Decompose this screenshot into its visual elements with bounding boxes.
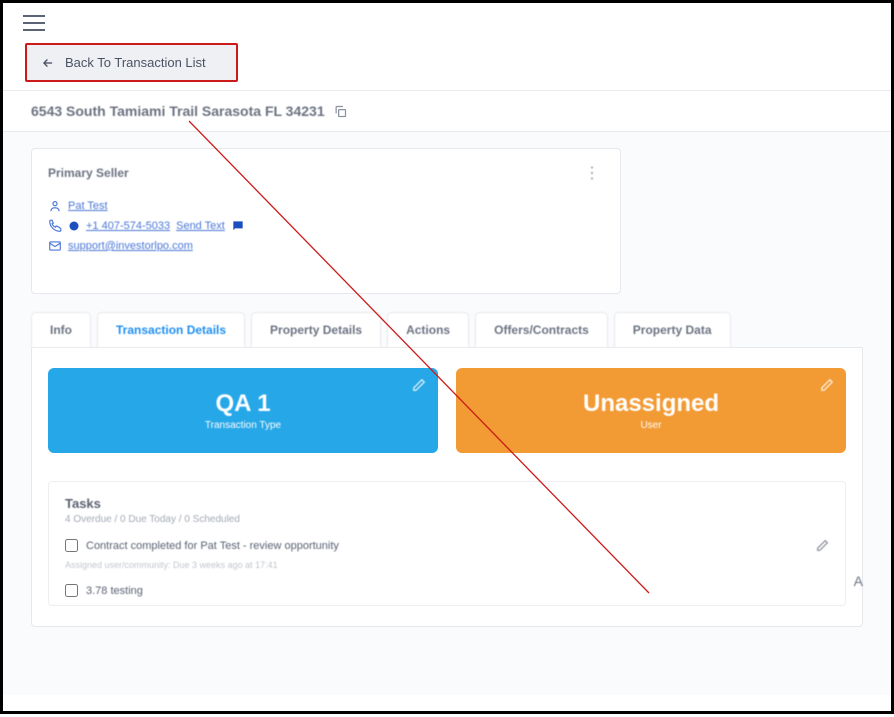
address-text: 6543 South Tamiami Trail Sarasota FL 342… — [31, 103, 325, 119]
tab-actions[interactable]: Actions — [387, 312, 469, 347]
task-text: 3.78 testing — [86, 585, 143, 597]
tab-transaction-details[interactable]: Transaction Details — [97, 312, 245, 347]
tasks-box: Tasks 4 Overdue / 0 Due Today / 0 Schedu… — [48, 481, 846, 606]
arrow-left-icon — [41, 56, 55, 70]
pencil-icon[interactable] — [816, 539, 829, 552]
task-item: Contract completed for Pat Test - review… — [65, 539, 829, 558]
tab-property-data[interactable]: Property Data — [614, 312, 731, 347]
person-icon — [48, 199, 62, 213]
tabs-row: Info Transaction Details Property Detail… — [31, 312, 863, 347]
tab-offers-contracts[interactable]: Offers/Contracts — [475, 312, 608, 347]
assigned-user-subtitle: User — [474, 420, 828, 431]
seller-email-link[interactable]: support@investorlpo.com — [68, 240, 193, 252]
transaction-type-subtitle: Transaction Type — [66, 420, 420, 431]
task-checkbox[interactable] — [65, 584, 78, 597]
task-text: Contract completed for Pat Test - review… — [86, 540, 339, 552]
chat-icon — [231, 219, 245, 233]
back-button-label: Back To Transaction List — [65, 55, 206, 70]
tab-info[interactable]: Info — [31, 312, 91, 347]
details-panel: QA 1 Transaction Type Unassigned User Ta… — [31, 347, 863, 627]
phone-icon — [48, 219, 62, 233]
assigned-user-title: Unassigned — [474, 390, 828, 418]
copy-icon[interactable] — [333, 104, 348, 119]
task-subtext: Assigned user/community: Due 3 weeks ago… — [65, 560, 829, 570]
task-checkbox[interactable] — [65, 539, 78, 552]
seller-name-link[interactable]: Pat Test — [68, 200, 108, 212]
tasks-title: Tasks — [65, 496, 829, 511]
task-item: 3.78 testing — [65, 584, 829, 597]
transaction-type-title: QA 1 — [66, 390, 420, 418]
primary-seller-card: Primary Seller ⋮ Pat Test +1 407-574-503… — [31, 148, 621, 294]
assigned-user-card[interactable]: Unassigned User — [456, 368, 846, 453]
mail-icon — [48, 239, 62, 253]
phone-badge-icon — [68, 220, 80, 232]
seller-phone-link[interactable]: +1 407-574-5033 — [86, 220, 170, 232]
seller-card-title: Primary Seller — [48, 166, 129, 180]
seller-sendtext-link[interactable]: Send Text — [176, 220, 225, 232]
transaction-type-card[interactable]: QA 1 Transaction Type — [48, 368, 438, 453]
kebab-menu-icon[interactable]: ⋮ — [580, 163, 604, 183]
back-button[interactable]: Back To Transaction List — [25, 43, 238, 82]
tab-property-details[interactable]: Property Details — [251, 312, 381, 347]
menu-icon[interactable] — [23, 15, 45, 31]
side-letter: A — [854, 573, 863, 589]
tasks-subtitle: 4 Overdue / 0 Due Today / 0 Scheduled — [65, 514, 829, 525]
